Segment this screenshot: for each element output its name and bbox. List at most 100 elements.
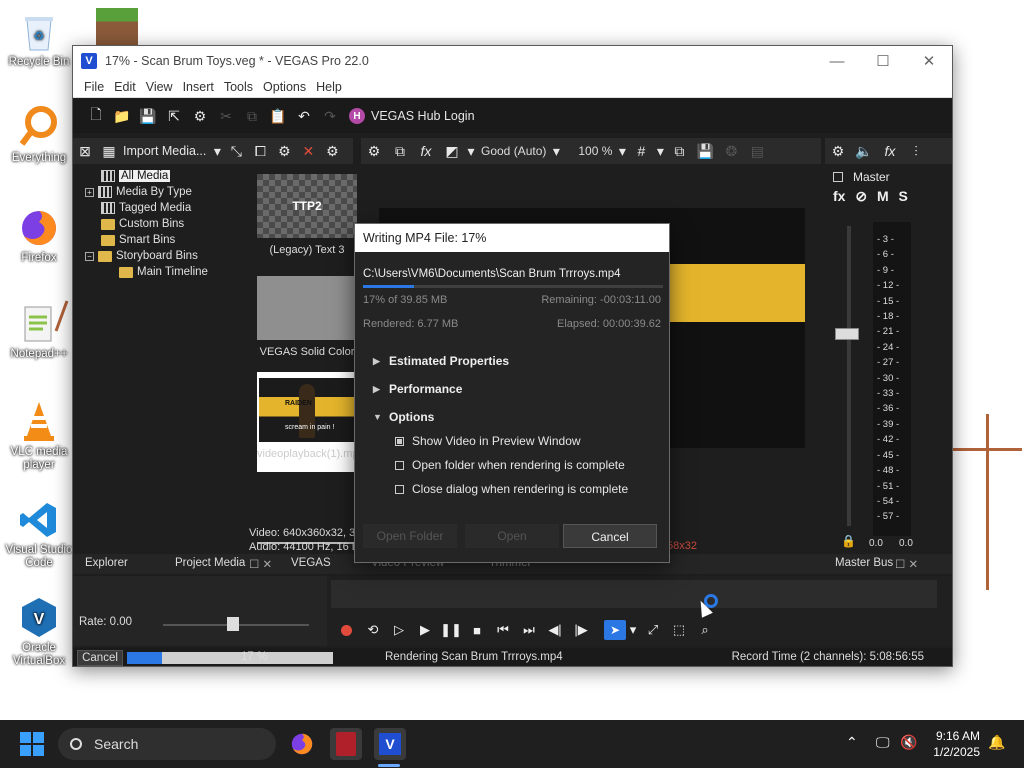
next-frame-icon[interactable]: |▶ — [568, 622, 594, 638]
vegas-hub-login-link[interactable]: VEGAS Hub Login — [371, 109, 475, 123]
master-fx-button[interactable]: fx — [833, 188, 845, 204]
desktop-icon-virtualbox[interactable]: V Oracle VirtualBox — [4, 596, 74, 668]
tree-item-storyboard-bins[interactable]: − Storyboard Bins — [85, 248, 198, 264]
desktop-icon-vlc[interactable]: VLC media player — [4, 400, 74, 472]
mute-button[interactable]: M — [877, 188, 889, 204]
new-file-icon[interactable]: 🗋 — [83, 103, 109, 129]
zoom-tool-icon[interactable]: ⌕ — [692, 622, 718, 638]
remove-media-icon[interactable]: ⊠ — [73, 138, 97, 164]
notifications-bell-icon[interactable]: 🔔 — [988, 734, 1005, 751]
settings-gear-icon[interactable]: ⚙ — [187, 103, 213, 129]
desktop-icon-firefox[interactable]: Firefox — [4, 206, 74, 265]
loop-icon[interactable]: ⟲ — [360, 622, 386, 638]
go-to-end-icon[interactable]: ⏭ — [516, 622, 542, 638]
desktop-icon-recycle-bin[interactable]: ♻ Recycle Bin — [4, 10, 74, 69]
tree-item-media-by-type[interactable]: + Media By Type — [85, 184, 192, 200]
auto-ripple-icon[interactable]: ❂ — [718, 138, 744, 164]
delete-icon[interactable]: ✕ — [296, 138, 320, 164]
checkbox[interactable] — [395, 460, 404, 470]
open-button[interactable]: Open — [465, 524, 559, 548]
show-hidden-icons-icon[interactable]: ⌃ — [846, 734, 858, 751]
section-options[interactable]: ▼ Options — [373, 410, 434, 424]
previous-frame-icon[interactable]: ◀| — [542, 622, 568, 638]
menu-edit[interactable]: Edit — [114, 80, 136, 94]
audio-fx-icon[interactable]: fx — [877, 138, 903, 164]
stop-icon[interactable]: ■ — [464, 623, 490, 638]
master-checkbox[interactable] — [833, 172, 843, 182]
chevron-down-icon[interactable]: ▾ — [654, 138, 666, 164]
network-icon[interactable]: 🖵 — [876, 734, 890, 751]
capture-icon[interactable]: ⧠ — [248, 138, 272, 164]
taskbar-vegas-icon[interactable]: V — [374, 728, 406, 760]
video-fx-icon[interactable]: fx — [413, 138, 439, 164]
open-folder-button[interactable]: Open Folder — [363, 524, 457, 548]
chevron-down-icon[interactable]: ▾ — [465, 138, 477, 164]
option-open-folder[interactable]: Open folder when rendering is complete — [395, 458, 625, 472]
record-button[interactable] — [341, 624, 352, 636]
taskbar-search[interactable]: Search — [58, 728, 276, 760]
selection-tool-icon[interactable]: ⬚ — [666, 622, 692, 638]
collapse-icon[interactable]: − — [85, 251, 94, 261]
maximize-button[interactable]: ☐ — [860, 46, 906, 76]
solo-button[interactable]: S — [899, 188, 908, 204]
menu-insert[interactable]: Insert — [183, 80, 214, 94]
overlays-grid-icon[interactable]: # — [628, 138, 654, 164]
windows-start-icon[interactable] — [20, 732, 44, 756]
tree-item-all-media[interactable]: All Media — [101, 168, 171, 184]
envelope-tool-icon[interactable]: ⤢ — [640, 622, 666, 638]
paste-icon[interactable]: 📋 — [265, 103, 291, 129]
chevron-down-icon[interactable]: ▾ — [550, 138, 562, 164]
normal-edit-tool-icon[interactable]: ➤ — [604, 620, 626, 640]
tab-vegas[interactable]: VEGAS — [291, 557, 331, 569]
checkbox[interactable] — [395, 484, 404, 494]
master-fader-track[interactable] — [847, 226, 851, 526]
external-monitor-icon[interactable]: ⧉ — [387, 138, 413, 164]
tab-close-icon[interactable]: ☐ ✕ — [249, 557, 272, 571]
split-screen-icon[interactable]: ◩ — [439, 138, 465, 164]
taskbar-firefox-icon[interactable] — [286, 728, 318, 760]
minecraft-icon[interactable] — [96, 8, 138, 46]
section-performance[interactable]: ▶ Performance — [373, 382, 462, 396]
properties-gear-icon[interactable]: ⚙ — [320, 138, 344, 164]
section-estimated-properties[interactable]: ▶ Estimated Properties — [373, 354, 509, 368]
title-bar[interactable]: V 17% - Scan Brum Toys.veg * - VEGAS Pro… — [73, 46, 952, 76]
pause-icon[interactable]: ❚❚ — [438, 622, 464, 638]
preview-settings-gear-icon[interactable]: ⚙ — [361, 138, 387, 164]
import-media-icon[interactable]: ▦ — [97, 138, 121, 164]
media-item-video[interactable]: RAIDEN scream in pain ! videoplayback(1)… — [257, 372, 357, 472]
save-icon[interactable]: 💾 — [135, 103, 161, 129]
menu-view[interactable]: View — [146, 80, 173, 94]
menu-help[interactable]: Help — [316, 80, 342, 94]
minimize-button[interactable]: — — [814, 46, 860, 76]
taskbar-app-icon[interactable] — [330, 728, 362, 760]
tree-item-smart-bins[interactable]: Smart Bins — [101, 232, 175, 248]
save-snapshot-icon[interactable]: 💾 — [692, 138, 718, 164]
tree-item-main-timeline[interactable]: Main Timeline — [119, 264, 208, 280]
mixer-faders-icon[interactable]: ⫶ — [903, 138, 929, 164]
menu-options[interactable]: Options — [263, 80, 306, 94]
speaker-icon[interactable]: 🔈 — [851, 138, 877, 164]
import-media-button[interactable]: Import Media... — [123, 144, 206, 158]
cut-icon[interactable]: ✂ — [213, 103, 239, 129]
export-icon[interactable]: ⇱ — [161, 103, 187, 129]
window-layout-icon[interactable]: ▤ — [744, 138, 770, 164]
chevron-down-icon[interactable]: ▾ — [210, 138, 224, 164]
volume-muted-icon[interactable]: 🔇 — [900, 734, 917, 751]
chevron-down-icon[interactable]: ▾ — [616, 138, 628, 164]
copy-snapshot-icon[interactable]: ⧉ — [666, 138, 692, 164]
expand-icon[interactable]: + — [85, 187, 94, 197]
status-cancel-button[interactable]: Cancel — [77, 650, 123, 666]
option-close-dialog[interactable]: Close dialog when rendering is complete — [395, 482, 628, 496]
tree-item-tagged-media[interactable]: Tagged Media — [101, 200, 191, 216]
media-item-solid-color[interactable]: VEGAS Solid Color — [257, 276, 357, 358]
cancel-render-button[interactable]: Cancel — [563, 524, 657, 548]
close-button[interactable]: ✕ — [906, 46, 952, 76]
taskbar-clock[interactable]: 9:16 AM 1/2/2025 — [933, 728, 980, 760]
option-show-video[interactable]: Show Video in Preview Window — [395, 434, 581, 448]
play-icon[interactable]: ▶ — [412, 622, 438, 638]
desktop-icon-everything[interactable]: Everything — [4, 106, 74, 165]
tab-explorer[interactable]: Explorer — [85, 557, 128, 569]
media-item-legacy-text[interactable]: TTP2 (Legacy) Text 3 — [257, 174, 357, 256]
go-to-start-icon[interactable]: ⏮ — [490, 622, 516, 638]
desktop-icon-vscode[interactable]: Visual Studio Code — [4, 498, 74, 570]
